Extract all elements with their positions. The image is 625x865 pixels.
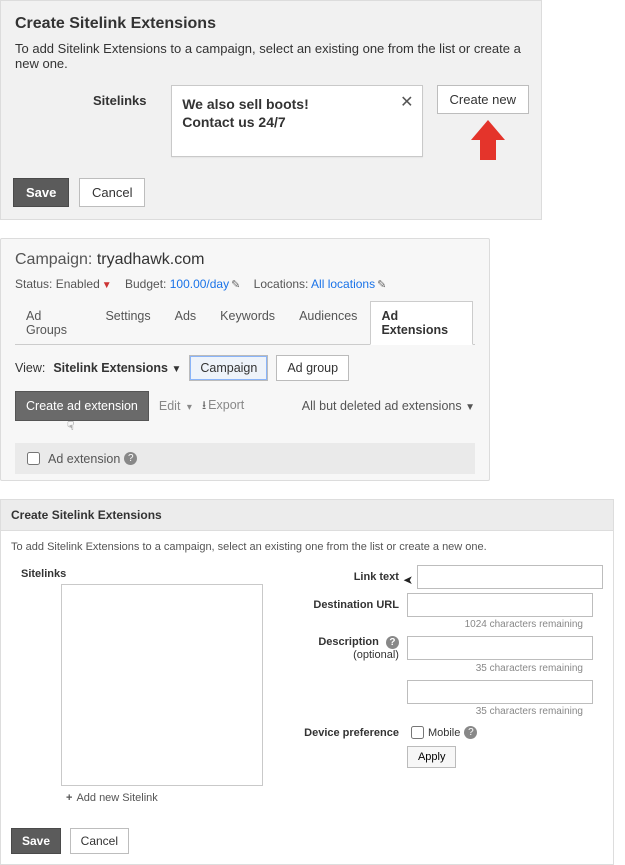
caret-down-icon[interactable]: ▼ — [102, 280, 112, 291]
scope-adgroup[interactable]: Ad group — [276, 355, 349, 381]
table-header-row: Ad extension ? — [15, 443, 475, 474]
sitelinks-label: Sitelinks — [93, 85, 157, 108]
token-line: We also sell boots! — [182, 96, 411, 112]
save-button[interactable]: Save — [11, 828, 61, 854]
panel1-subtext: To add Sitelink Extensions to a campaign… — [15, 41, 527, 71]
status-value[interactable]: Enabled — [56, 277, 100, 291]
pencil-icon[interactable]: ✎ — [231, 279, 240, 291]
status-line: Status: Enabled▼ Budget: 100.00/day✎ Loc… — [15, 277, 475, 291]
tab-settings[interactable]: Settings — [94, 301, 161, 344]
sitelink-token-box[interactable]: We also sell boots! Contact us 24/7 ✕ — [171, 85, 422, 157]
token-line: Contact us 24/7 — [182, 114, 411, 130]
char-remaining: 1024 characters remaining — [289, 619, 583, 630]
create-sitelink-panel: Create Sitelink Extensions To add Siteli… — [0, 499, 614, 865]
tabs: Ad Groups Settings Ads Keywords Audience… — [15, 301, 475, 345]
char-remaining: 35 characters remaining — [289, 706, 583, 717]
scope-campaign[interactable]: Campaign — [189, 355, 268, 381]
link-text-label: Link text — [289, 571, 407, 583]
destination-url-input[interactable] — [407, 593, 593, 617]
filter-dropdown[interactable]: All but deleted ad extensions ▼ — [302, 399, 475, 413]
view-dropdown[interactable]: Sitelink Extensions ▼ — [53, 361, 181, 375]
campaign-prefix: Campaign: — [15, 251, 97, 268]
view-value: Sitelink Extensions — [53, 361, 168, 375]
description-input-1[interactable] — [407, 636, 593, 660]
chevron-down-icon: ▼ — [171, 364, 181, 375]
mobile-checkbox[interactable] — [411, 726, 424, 739]
tab-ad-groups[interactable]: Ad Groups — [15, 301, 92, 344]
description-input-2[interactable] — [407, 680, 593, 704]
add-sitelink-link[interactable]: + Add new Sitelink — [66, 792, 269, 804]
campaign-panel: Campaign: tryadhawk.com Status: Enabled▼… — [0, 238, 490, 481]
cancel-button[interactable]: Cancel — [70, 828, 129, 854]
description-label: Description ? (optional) — [289, 636, 407, 661]
locations-value[interactable]: All locations — [311, 277, 375, 291]
char-remaining: 35 characters remaining — [289, 663, 583, 674]
tab-keywords[interactable]: Keywords — [209, 301, 286, 344]
pencil-icon[interactable]: ✎ — [377, 279, 386, 291]
download-icon: ⭳ — [202, 398, 206, 412]
optional-label: (optional) — [289, 649, 399, 661]
campaign-name: tryadhawk.com — [97, 251, 205, 268]
edit-label: Edit — [159, 399, 181, 413]
select-all-checkbox[interactable] — [27, 452, 40, 465]
export-label: Export — [208, 398, 244, 412]
help-icon[interactable]: ? — [386, 636, 399, 649]
arrow-icon — [471, 120, 505, 160]
add-sitelink-label: Add new Sitelink — [76, 792, 157, 804]
cursor-hand-icon: ☟ — [67, 419, 527, 433]
help-icon[interactable]: ? — [124, 452, 137, 465]
apply-button[interactable]: Apply — [407, 746, 457, 768]
save-button[interactable]: Save — [13, 178, 69, 207]
device-pref-label: Device preference — [289, 727, 407, 739]
campaign-title: Campaign: tryadhawk.com — [15, 251, 475, 269]
export-button[interactable]: ⭳Export — [202, 396, 244, 417]
panel1-title: Create Sitelink Extensions — [15, 15, 529, 33]
description-label-text: Description — [318, 636, 379, 648]
filter-label: All but deleted ad extensions — [302, 399, 462, 413]
locations-label: Locations: — [254, 277, 309, 291]
status-label: Status: — [15, 277, 52, 291]
view-label: View: — [15, 361, 45, 375]
col-ad-extension: Ad extension — [48, 452, 120, 466]
budget-value[interactable]: 100.00/day — [170, 277, 229, 291]
plus-icon: + — [66, 792, 72, 804]
sitelinks-label: Sitelinks — [21, 568, 66, 580]
destination-url-label: Destination URL — [289, 599, 407, 611]
panel3-title: Create Sitelink Extensions — [1, 500, 613, 531]
tab-ad-extensions[interactable]: Ad Extensions — [370, 301, 473, 345]
panel3-subtext: To add Sitelink Extensions to a campaign… — [11, 541, 603, 553]
create-ad-extension-button[interactable]: Create ad extension — [15, 391, 149, 421]
edit-dropdown[interactable]: Edit — [159, 399, 192, 413]
link-text-input[interactable] — [417, 565, 603, 589]
tab-ads[interactable]: Ads — [164, 301, 208, 344]
close-icon[interactable]: ✕ — [400, 92, 413, 112]
help-icon[interactable]: ? — [464, 726, 477, 739]
budget-label: Budget: — [125, 277, 166, 291]
create-new-button[interactable]: Create new — [437, 85, 529, 114]
mobile-label: Mobile — [428, 727, 460, 739]
tab-audiences[interactable]: Audiences — [288, 301, 368, 344]
cancel-button[interactable]: Cancel — [79, 178, 145, 207]
sitelink-list[interactable] — [61, 584, 263, 786]
